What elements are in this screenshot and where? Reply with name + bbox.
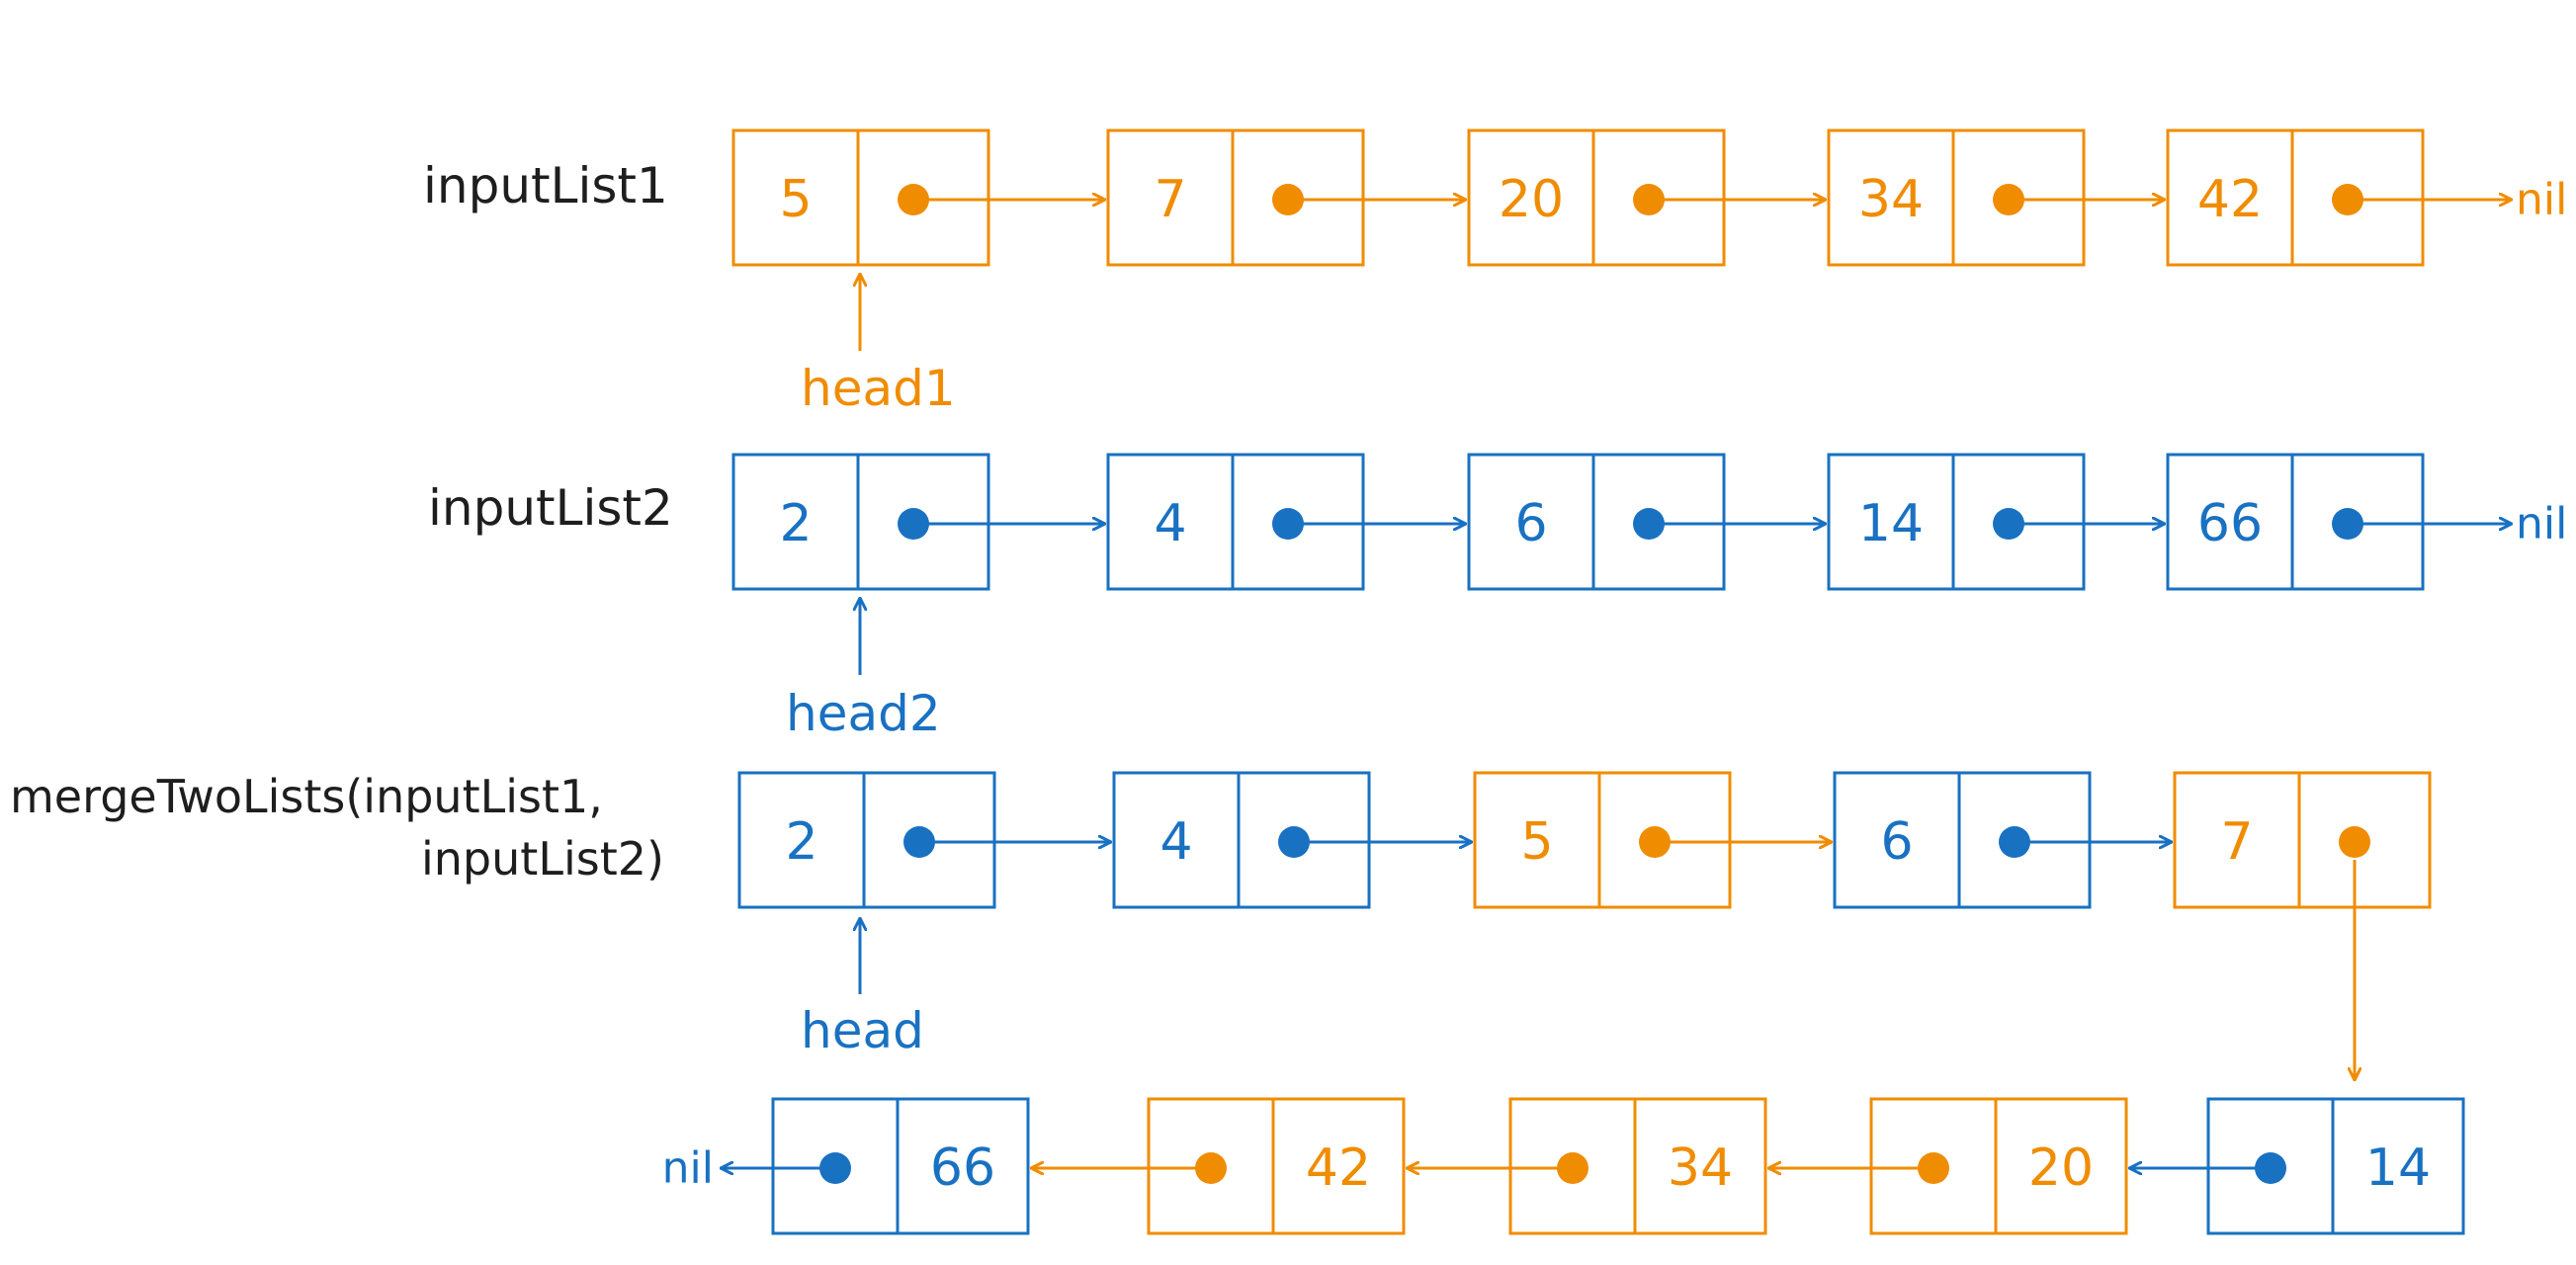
input2-node-value-2: 6: [1514, 494, 1547, 553]
input2-node-1: [1106, 453, 1365, 591]
input2-node-0: [731, 453, 990, 591]
input1-node-value-2: 20: [1499, 170, 1564, 229]
merged-node-value-1: 4: [1159, 812, 1192, 872]
input2-node-value-4: 66: [2197, 494, 2263, 553]
input1-node-value-0: 5: [779, 170, 812, 229]
input1-node-1: [1106, 128, 1365, 267]
merged-node-value-3: 6: [1880, 812, 1913, 872]
merged-nil-label: nil: [662, 1143, 714, 1194]
merged-node-pointer-dot-4: [2339, 826, 2370, 858]
row-label-input-list-2: inputList2: [428, 479, 673, 537]
head1-label: head1: [801, 360, 956, 417]
row-label-input-list-1: inputList1: [423, 157, 668, 214]
merged-node-value-0: 2: [785, 812, 817, 872]
input2-node-value-1: 4: [1154, 494, 1186, 553]
merged-node-value-7: 34: [1668, 1138, 1733, 1198]
input2-node-pointer-dot-1: [1272, 508, 1304, 540]
merged-node-value-6: 20: [2028, 1138, 2094, 1198]
row-label-merge-line-2: inputList2): [421, 832, 664, 886]
merged-node-value-5: 14: [2365, 1138, 2431, 1198]
merged-node-pointer-dot-7: [1557, 1152, 1589, 1184]
merged-node-pointer-dot-9: [819, 1152, 851, 1184]
merged-node-pointer-dot-3: [1999, 826, 2030, 858]
input1-node-pointer-dot-1: [1272, 184, 1304, 215]
merged-node-pointer-dot-8: [1195, 1152, 1227, 1184]
input1-node-pointer-dot-3: [1993, 184, 2024, 215]
merged-node-value-4: 7: [2220, 812, 2253, 872]
input1-node-pointer-dot-0: [898, 184, 929, 215]
merged-node-pointer-dot-0: [903, 826, 935, 858]
merged-node-pointer-dot-2: [1639, 826, 1671, 858]
merged-node-value-9: 66: [930, 1138, 995, 1198]
input2-node-value-3: 14: [1858, 494, 1924, 553]
input1-node-0: [731, 128, 990, 267]
input2-nil-label: nil: [2516, 499, 2567, 549]
head2-label: head2: [786, 685, 941, 742]
merged-node-pointer-dot-5: [2255, 1152, 2286, 1184]
input1-node-pointer-dot-2: [1633, 184, 1665, 215]
input1-node-value-1: 7: [1154, 170, 1186, 229]
input1-node-pointer-dot-4: [2332, 184, 2363, 215]
input2-node-pointer-dot-3: [1993, 508, 2024, 540]
input2-node-2: [1467, 453, 1726, 591]
head-label: head: [801, 1002, 924, 1059]
merged-node-value-2: 5: [1520, 812, 1553, 872]
input2-node-pointer-dot-2: [1633, 508, 1665, 540]
input1-node-value-3: 34: [1858, 170, 1924, 229]
input1-nil-label: nil: [2516, 175, 2567, 225]
merged-node-3: [1833, 771, 2092, 909]
merged-node-1: [1112, 771, 1371, 909]
merged-node-2: [1473, 771, 1732, 909]
merged-node-value-8: 42: [1306, 1138, 1371, 1198]
input2-node-value-0: 2: [779, 494, 812, 553]
merged-node-4: [2173, 771, 2432, 909]
input1-node-value-4: 42: [2197, 170, 2263, 229]
row-label-merge-line-1: mergeTwoLists(inputList1,: [10, 770, 603, 823]
merged-node-pointer-dot-1: [1278, 826, 1310, 858]
input2-node-pointer-dot-4: [2332, 508, 2363, 540]
merged-node-0: [737, 771, 996, 909]
node-layer: 5 7 20 34 42 nil 2 4 6 14 66 nil 2 4 5 6 7 14 20 34 42 66 nil: [662, 128, 2567, 1235]
linked-list-diagram: inputList1 inputList2 mergeTwoLists(inpu…: [10, 128, 2567, 1235]
merged-node-pointer-dot-6: [1918, 1152, 1949, 1184]
input2-node-pointer-dot-0: [898, 508, 929, 540]
